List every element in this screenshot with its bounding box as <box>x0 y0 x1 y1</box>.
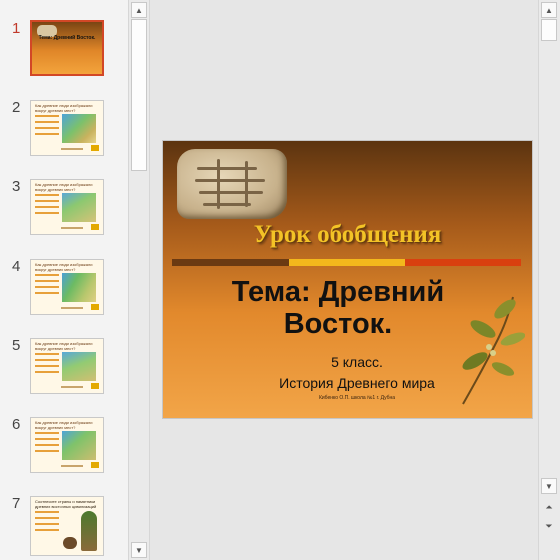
slide-number: 5 <box>12 337 21 354</box>
slide-thumbnail-4[interactable]: Как древние люди изображали вокруг древн… <box>30 259 104 315</box>
thumbnail-scrollbar[interactable]: ▲ ▼ <box>128 0 150 560</box>
palm-thumb <box>81 511 97 551</box>
slide-thumbnail-1[interactable]: Тема: Древний Восток. <box>30 20 104 76</box>
slide-number: 2 <box>12 99 21 116</box>
thumb-text-lines <box>35 353 61 377</box>
map-thumb <box>62 273 96 302</box>
triangle-up-icon[interactable]: ▲ <box>131 2 147 18</box>
thumb-footer <box>61 307 83 309</box>
thumb-footer <box>61 465 83 467</box>
slide-title-line1: Тема: Древний <box>231 276 445 308</box>
triangle-up-icon[interactable]: ▲ <box>541 2 557 18</box>
slide-thumbnail-5[interactable]: Как древние люди изображали вокруг древн… <box>30 338 104 394</box>
author-credit: Кибенко О.П. школа №1 г. Дубна <box>318 395 396 401</box>
divider-bar-red <box>405 259 521 266</box>
slide-number: 7 <box>12 495 21 512</box>
map-thumb <box>62 193 96 222</box>
thumb-text-lines <box>35 274 61 298</box>
divider-bar-yellow <box>289 259 405 266</box>
slide-thumbnail-6[interactable]: Как древние люди изображали вокруг древн… <box>30 417 104 473</box>
thumb-title: Как древние люди изображали вокруг древн… <box>35 182 93 192</box>
scrollbar-thumb[interactable] <box>131 19 147 171</box>
divider-bar-brown <box>172 259 289 266</box>
thumb-text-lines <box>35 194 61 218</box>
lesson-heading: Урок обобщения <box>253 221 442 248</box>
clay-tablet-image <box>177 149 287 219</box>
nav-button-thumb <box>91 462 99 468</box>
thumb-text-lines <box>35 511 61 535</box>
thumb-footer <box>61 148 83 150</box>
thumb-title: Как древние люди изображали вокруг древн… <box>35 262 93 272</box>
slide-thumbnail-3[interactable]: Как древние люди изображали вокруг древн… <box>30 179 104 235</box>
editor-scrollbar[interactable]: ▲ ▼ ⏶ ⏷ <box>538 0 560 560</box>
grade-text: 5 класс. <box>331 354 383 370</box>
map-thumb <box>62 431 96 460</box>
thumb-title: Как древние люди изображали вокруг древн… <box>35 420 93 430</box>
slide-number: 4 <box>12 258 21 275</box>
slide-title: Тема: Древний Восток. <box>203 276 473 340</box>
nav-button-thumb <box>91 145 99 151</box>
thumb-title: Тема: Древний Восток. <box>38 35 96 41</box>
thumb-footer <box>61 227 83 229</box>
thumb-title: Соотнесите страны и памятники древних во… <box>35 499 97 509</box>
scrollbar-thumb[interactable] <box>541 19 557 41</box>
double-chevron-down-icon[interactable]: ⏷ <box>541 519 557 533</box>
slide-number: 3 <box>12 178 21 195</box>
slide-number: 6 <box>12 416 21 433</box>
triangle-down-icon[interactable]: ▼ <box>131 542 147 558</box>
triangle-down-icon[interactable]: ▼ <box>541 478 557 494</box>
thumb-text-lines <box>35 115 61 139</box>
thumb-title: Как древние люди изображали вокруг древн… <box>35 103 93 113</box>
double-chevron-up-icon[interactable]: ⏶ <box>541 500 557 514</box>
slide-thumbnail-7[interactable]: Соотнесите страны и памятники древних во… <box>30 496 104 556</box>
slide-number: 1 <box>12 20 21 37</box>
map-thumb <box>62 352 96 381</box>
nav-button-thumb <box>91 224 99 230</box>
current-slide[interactable]: Урок обобщения Тема: Древний Восток. 5 к… <box>162 140 533 419</box>
artifact-thumb <box>63 537 77 549</box>
thumb-title: Как древние люди изображали вокруг древн… <box>35 341 93 351</box>
slide-thumbnail-pane: 1 Тема: Древний Восток. 2 Как древние лю… <box>0 0 128 560</box>
map-thumb <box>62 114 96 143</box>
plant-branch-image <box>462 296 525 405</box>
nav-button-thumb <box>91 304 99 310</box>
nav-button-thumb <box>91 383 99 389</box>
thumb-footer <box>61 386 83 388</box>
slide-thumbnail-2[interactable]: Как древние люди изображали вокруг древн… <box>30 100 104 156</box>
thumb-text-lines <box>35 432 61 456</box>
slide-title-line2: Восток. <box>283 308 393 340</box>
subject-text: История Древнего мира <box>279 375 435 391</box>
